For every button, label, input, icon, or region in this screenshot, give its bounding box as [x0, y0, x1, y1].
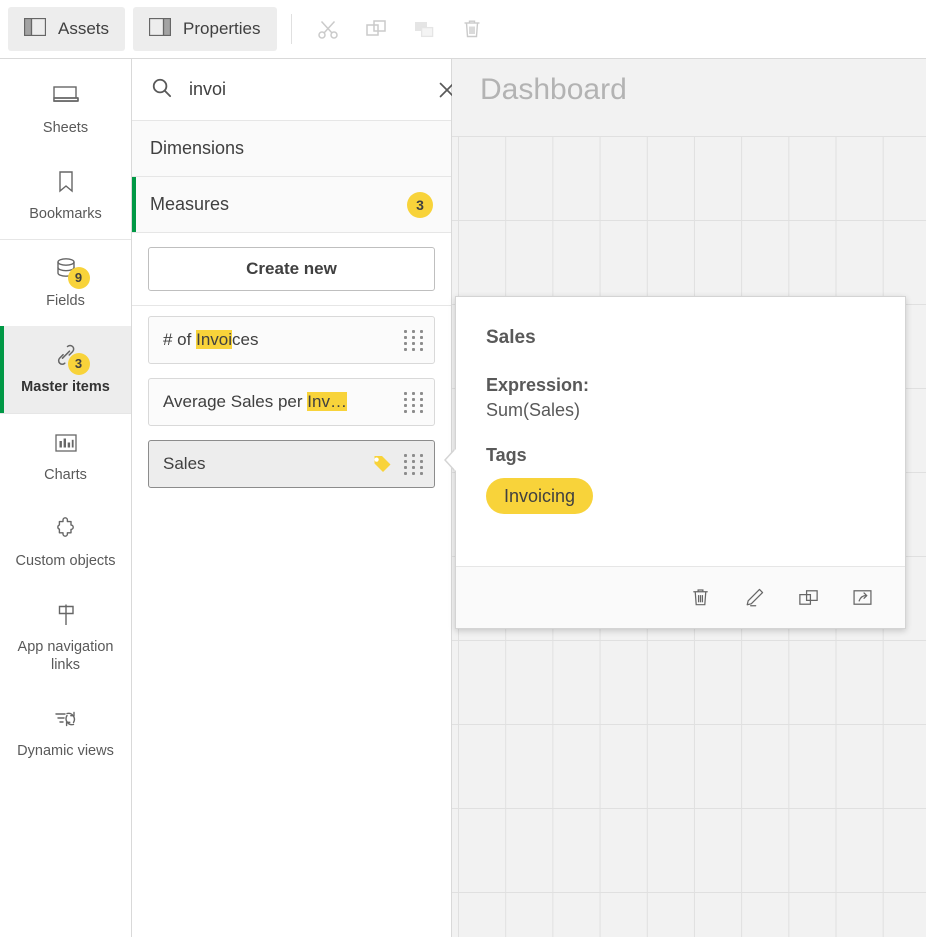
expression-value: Sum(Sales): [486, 400, 875, 421]
sidebar-item-charts[interactable]: Charts: [0, 414, 131, 500]
sidebar-item-custom-objects[interactable]: Custom objects: [0, 500, 131, 586]
popover-title: Sales: [486, 327, 875, 349]
qlik-sense-editor: Assets Properties: [0, 0, 926, 937]
measure-title-suffix: ces: [232, 330, 258, 349]
assets-toggle-button[interactable]: Assets: [8, 7, 125, 51]
section-label: Measures: [150, 194, 407, 215]
search-icon: [150, 76, 173, 104]
status-badge: Invoicing: [486, 478, 593, 514]
section-dimensions[interactable]: Dimensions: [132, 121, 451, 177]
right-panel-icon: [149, 18, 171, 41]
sidebar-item-sheets[interactable]: Sheets: [0, 67, 131, 153]
popover-body: Sales Expression: Sum(Sales) Tags Invoic…: [456, 297, 905, 566]
measures-count-badge: 3: [407, 192, 433, 218]
paste-icon[interactable]: [400, 7, 448, 51]
drag-handle-icon[interactable]: [402, 329, 424, 351]
list-item[interactable]: # of Invoices: [148, 316, 435, 364]
sidebar-item-master-items[interactable]: 3 Master items: [0, 326, 131, 412]
popover-arrow: [446, 449, 456, 471]
tags-label: Tags: [486, 445, 875, 466]
measure-title: Average Sales per Inv…: [163, 392, 402, 412]
fields-count-badge: 9: [68, 267, 90, 289]
section-measures[interactable]: Measures 3: [132, 177, 451, 233]
bar-chart-icon: [49, 428, 83, 458]
measure-title-prefix: Average Sales per: [163, 392, 307, 411]
delete-icon[interactable]: [448, 7, 496, 51]
drag-handle-icon[interactable]: [402, 453, 424, 475]
rail-group-data: 9 Fields 3 Master items: [0, 240, 131, 413]
toolbar-divider: [291, 14, 292, 44]
puzzle-icon: [49, 514, 83, 544]
sidebar-item-label: Dynamic views: [17, 742, 114, 760]
rail-group-sheets: Sheets Bookmarks: [0, 67, 131, 240]
measure-list: # of Invoices Average Sales per Inv… Sal…: [132, 306, 451, 488]
add-to-sheet-icon[interactable]: [849, 585, 875, 611]
drag-handle-icon[interactable]: [402, 391, 424, 413]
properties-toggle-label: Properties: [183, 19, 260, 39]
cut-icon[interactable]: [304, 7, 352, 51]
search-row: [132, 59, 451, 121]
duplicate-icon[interactable]: [795, 585, 821, 611]
sidebar-item-label: App navigation links: [6, 638, 125, 674]
flag-icon: [49, 600, 83, 630]
search-input[interactable]: [187, 78, 423, 101]
sidebar-item-label: Bookmarks: [29, 205, 102, 223]
measure-title-prefix: # of: [163, 330, 196, 349]
list-item[interactable]: Sales: [148, 440, 435, 488]
expression-label: Expression:: [486, 375, 875, 396]
top-toolbar: Assets Properties: [0, 0, 926, 59]
sidebar-item-label: Sheets: [43, 119, 88, 137]
asset-nav-rail: Sheets Bookmarks 9 Fields: [0, 59, 132, 937]
copy-icon[interactable]: [352, 7, 400, 51]
measure-title-prefix: Sales: [163, 454, 206, 473]
popover-footer: [456, 566, 905, 628]
delete-icon[interactable]: [687, 585, 713, 611]
section-label: Dimensions: [150, 138, 433, 159]
create-new-wrap: Create new: [132, 233, 451, 306]
dynamic-views-icon: [49, 704, 83, 734]
link-icon: 3: [49, 340, 83, 370]
properties-toggle-button[interactable]: Properties: [133, 7, 276, 51]
measure-preview-popover: Sales Expression: Sum(Sales) Tags Invoic…: [455, 296, 906, 629]
search-match-highlight: Inv…: [307, 392, 347, 411]
bookmark-icon: [49, 167, 83, 197]
page-title: Dashboard: [480, 73, 627, 107]
sidebar-item-label: Master items: [21, 378, 110, 396]
measure-title: # of Invoices: [163, 330, 402, 350]
assets-toggle-label: Assets: [58, 19, 109, 39]
measure-title: Sales: [163, 454, 370, 474]
sidebar-item-dynamic-views[interactable]: Dynamic views: [0, 690, 131, 776]
sidebar-item-label: Charts: [44, 466, 87, 484]
assets-panel: Dimensions Measures 3 Create new # of In…: [132, 59, 452, 937]
master-items-count-badge: 3: [68, 353, 90, 375]
sidebar-item-label: Custom objects: [16, 552, 116, 570]
tag-icon: [370, 453, 392, 475]
rail-group-objects: Charts Custom objects App navigation: [0, 414, 131, 777]
sidebar-item-label: Fields: [46, 292, 85, 310]
search-match-highlight: Invoi: [196, 330, 232, 349]
left-panel-icon: [24, 18, 46, 41]
database-icon: 9: [49, 254, 83, 284]
create-new-button[interactable]: Create new: [148, 247, 435, 291]
sidebar-item-app-navigation-links[interactable]: App navigation links: [0, 586, 131, 690]
list-item[interactable]: Average Sales per Inv…: [148, 378, 435, 426]
sidebar-item-bookmarks[interactable]: Bookmarks: [0, 153, 131, 239]
sheets-icon: [49, 81, 83, 111]
sidebar-item-fields[interactable]: 9 Fields: [0, 240, 131, 326]
edit-icon[interactable]: [741, 585, 767, 611]
